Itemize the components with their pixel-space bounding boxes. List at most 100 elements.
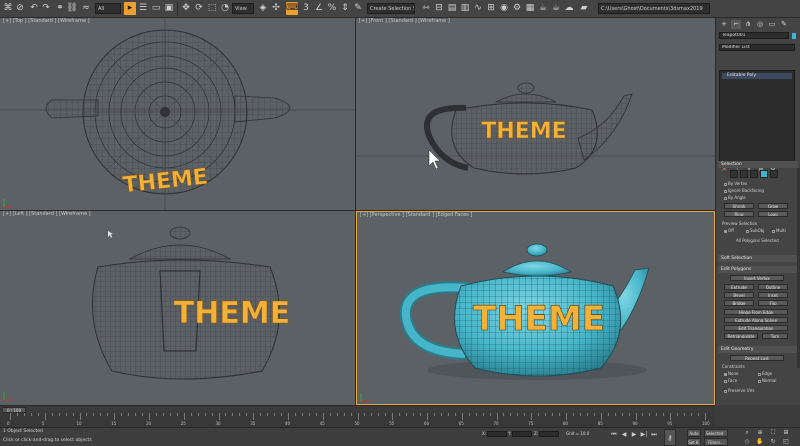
link-icon[interactable]: ⌘ bbox=[2, 2, 14, 15]
vertex-icon[interactable] bbox=[730, 170, 738, 178]
edit-named-selection-icon[interactable]: ✎ bbox=[352, 2, 364, 15]
rotate-icon[interactable]: ⟳ bbox=[193, 2, 205, 15]
retriangulate-button[interactable]: Retriangulate bbox=[724, 333, 758, 339]
y-coordinate[interactable]: Y: bbox=[508, 431, 533, 438]
selection-rollout-title[interactable]: Selection bbox=[718, 161, 798, 168]
extrude-along-spline-button[interactable]: Extrude Along Spline bbox=[724, 317, 788, 323]
viewport-perspective[interactable]: [+] [Perspective ] [Standard ] [Edged Fa… bbox=[356, 211, 715, 405]
object-color-swatch[interactable] bbox=[792, 33, 796, 39]
render-cloud-icon[interactable]: ☁ bbox=[563, 2, 575, 15]
key-filter-dropdown[interactable]: Selected bbox=[704, 429, 728, 437]
outline-button[interactable]: Outline bbox=[758, 284, 788, 290]
scale-icon[interactable]: ⬚ bbox=[206, 2, 218, 15]
bevel-button[interactable]: Bevel bbox=[724, 292, 754, 298]
rect-selection-icon[interactable]: ▭ bbox=[150, 2, 162, 15]
motion-tab-icon[interactable]: ◎ bbox=[755, 20, 765, 29]
shrink-button[interactable]: Shrink bbox=[724, 203, 754, 209]
project-path-field[interactable]: C:\Users\Ghost\Documents\3dsmax2019 bbox=[598, 3, 710, 14]
redo-icon[interactable]: ↷ bbox=[40, 2, 52, 15]
repeat-last-button[interactable]: Repeat Last bbox=[730, 355, 784, 361]
keyboard-shortcut-icon[interactable]: ⌨ bbox=[286, 2, 299, 15]
constraint-edge-radio[interactable]: Edge bbox=[758, 371, 772, 376]
edit-polygons-rollout-title[interactable]: Edit Polygons bbox=[718, 266, 798, 273]
viewport-top[interactable]: [+] [Top ] [Standard ] [Wireframe ] THEM… bbox=[0, 18, 355, 210]
layer-explorer-icon[interactable]: ▤ bbox=[446, 2, 458, 15]
display-tab-icon[interactable]: ▭ bbox=[767, 20, 777, 29]
maximize-viewport-icon[interactable]: ◰ bbox=[781, 438, 791, 446]
snaps-toggle-icon[interactable]: 3 bbox=[300, 2, 312, 15]
selection-filter-dropdown[interactable]: All bbox=[95, 3, 121, 14]
preserve-uvs-checkbox[interactable]: Preserve UVs bbox=[724, 388, 754, 393]
undo-icon[interactable]: ↶ bbox=[28, 2, 40, 15]
zoom-extents-all-icon[interactable]: ⊞ bbox=[781, 429, 791, 437]
mirror-icon[interactable]: ⇿ bbox=[420, 2, 432, 15]
material-editor-icon[interactable]: ◉ bbox=[498, 2, 510, 15]
preview-off-radio[interactable]: Off bbox=[724, 228, 734, 233]
toggle-ribbon-icon[interactable]: ▥ bbox=[459, 2, 471, 15]
unlink-selection-icon[interactable]: ⛓ bbox=[66, 2, 78, 15]
insert-vertex-button[interactable]: Insert Vertex bbox=[730, 275, 784, 281]
preview-subobj-radio[interactable]: SubObj bbox=[746, 228, 764, 233]
element-icon[interactable] bbox=[770, 170, 778, 178]
pan-icon[interactable]: ✋ bbox=[755, 438, 765, 446]
create-tab-icon[interactable]: + bbox=[719, 20, 729, 29]
go-to-start-icon[interactable]: ⏮ bbox=[610, 431, 618, 439]
stack-item-editable-poly[interactable]: Editable Poly bbox=[722, 73, 792, 79]
preview-multi-radio[interactable]: Multi bbox=[772, 228, 786, 233]
angle-snap-icon[interactable]: ∠ bbox=[313, 2, 325, 15]
rendered-frame-icon[interactable]: ▦ bbox=[524, 2, 536, 15]
edge-icon[interactable] bbox=[740, 170, 748, 178]
curve-editor-icon[interactable]: ∿ bbox=[472, 2, 484, 15]
render-setup-icon[interactable]: ⚙ bbox=[511, 2, 523, 15]
bind-spacewarp-icon[interactable]: ≈ bbox=[80, 2, 92, 15]
track-bar[interactable]: 0 5 10 15 20 25 30 35 40 45 50 55 60 65 70 75 80 85 90 95 10… bbox=[0, 413, 715, 427]
field-of-view-icon[interactable]: ◇ bbox=[742, 438, 752, 446]
border-icon[interactable] bbox=[750, 170, 758, 178]
select-object-icon[interactable]: ▸ bbox=[124, 2, 136, 15]
by-vertex-checkbox[interactable]: By Vertex bbox=[724, 181, 747, 186]
align-icon[interactable]: ⊟ bbox=[433, 2, 445, 15]
set-key-icon[interactable]: ⚷ bbox=[664, 429, 676, 446]
zoom-extents-icon[interactable]: ⛶ bbox=[768, 429, 778, 437]
go-to-end-icon[interactable]: ⏭ bbox=[650, 431, 658, 439]
set-key-button[interactable]: Set K. bbox=[687, 438, 701, 446]
select-link-icon[interactable]: ⚭ bbox=[54, 2, 66, 15]
hierarchy-tab-icon[interactable]: ⋔ bbox=[743, 20, 753, 29]
viewport-left[interactable]: [+] [Left ] [Standard ] [Wireframe ] THE… bbox=[0, 211, 355, 405]
select-manipulate-icon[interactable]: ✣ bbox=[270, 2, 282, 15]
render-iterative-icon[interactable]: ☕ bbox=[550, 2, 562, 15]
flip-button[interactable]: Flip bbox=[758, 300, 788, 306]
turn-button[interactable]: Turn bbox=[762, 333, 788, 339]
ring-button[interactable]: Ring bbox=[724, 211, 754, 217]
play-icon[interactable]: ▶ bbox=[630, 431, 638, 439]
folder-icon[interactable]: ▰ bbox=[578, 2, 590, 15]
constraint-face-radio[interactable]: Face bbox=[724, 378, 737, 383]
object-name-field[interactable]: Teapot001 bbox=[719, 32, 789, 39]
inset-button[interactable]: Inset bbox=[758, 292, 788, 298]
soft-selection-rollout-title[interactable]: Soft Selection bbox=[718, 255, 798, 262]
schematic-view-icon[interactable]: ⊞ bbox=[485, 2, 497, 15]
render-production-icon[interactable]: ☕ bbox=[537, 2, 549, 15]
ignore-backfacing-checkbox[interactable]: Ignore Backfacing bbox=[724, 188, 764, 193]
bridge-button[interactable]: Bridge bbox=[724, 300, 754, 306]
percent-snap-icon[interactable]: % bbox=[326, 2, 338, 15]
time-slider[interactable]: 0 / 100 bbox=[0, 405, 715, 413]
loop-button[interactable]: Loop bbox=[758, 211, 788, 217]
named-selection-dropdown[interactable]: Create Selection Set bbox=[367, 3, 415, 14]
unlink-icon[interactable]: ⊘ bbox=[14, 2, 26, 15]
extrude-button[interactable]: Extrude bbox=[724, 284, 754, 290]
key-filters-button[interactable]: Filters... bbox=[704, 438, 728, 446]
auto-key-button[interactable]: Auto bbox=[687, 429, 701, 437]
by-angle-checkbox[interactable]: By Angle bbox=[724, 195, 746, 200]
window-crossing-icon[interactable]: ▣ bbox=[163, 2, 175, 15]
polygon-icon[interactable] bbox=[760, 170, 768, 178]
next-frame-icon[interactable]: ▶| bbox=[640, 431, 648, 439]
zoom-all-icon[interactable]: ⊕ bbox=[755, 429, 765, 437]
hinge-from-edge-button[interactable]: Hinge From Edge bbox=[724, 309, 788, 315]
z-coordinate[interactable]: Z: bbox=[534, 431, 560, 438]
constraint-none-radio[interactable]: None bbox=[724, 371, 738, 376]
select-by-name-icon[interactable]: ☰ bbox=[137, 2, 149, 15]
place-icon[interactable]: ◔ bbox=[219, 2, 231, 15]
modifier-list-dropdown[interactable]: Modifier List bbox=[719, 44, 795, 51]
constraint-normal-radio[interactable]: Normal bbox=[758, 378, 776, 383]
